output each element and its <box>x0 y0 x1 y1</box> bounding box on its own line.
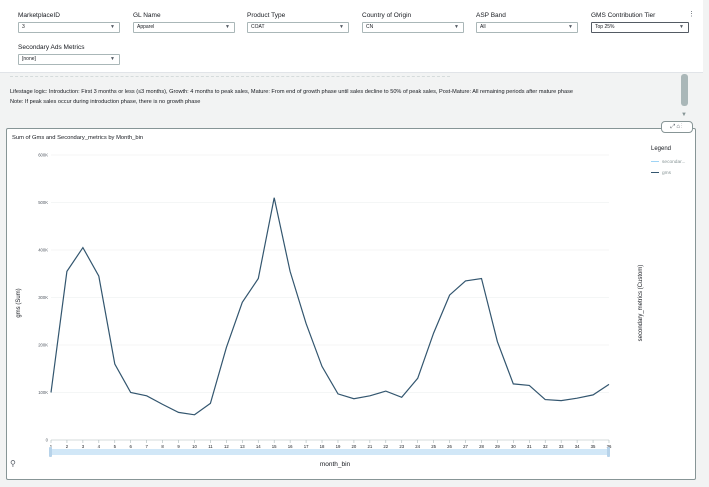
chevron-down-icon: ▼ <box>568 24 573 30</box>
select-value: Apparel <box>137 24 155 30</box>
filter-product-type: Product Type COAT ▼ <box>247 12 349 33</box>
country-select[interactable]: CN ▼ <box>362 22 464 33</box>
select-value: 3 <box>22 24 25 30</box>
filter-label: GMS Contribution Tier <box>591 12 656 19</box>
lifestage-note: Lifestage logic: Introduction: First 3 m… <box>10 87 573 107</box>
select-value: COAT <box>251 24 265 30</box>
filter-gms-tier: GMS Contribution Tier Top 25% ▼ <box>591 12 689 33</box>
slider-handle-left[interactable] <box>49 447 52 457</box>
chevron-down-icon: ▼ <box>110 24 115 30</box>
filter-label: Country of Origin <box>362 12 412 19</box>
legend-swatch <box>651 161 659 163</box>
more-vertical-icon[interactable]: ⋮ <box>681 124 684 130</box>
visual-controls[interactable]: ⤢⌂⋮ <box>661 121 693 133</box>
legend-item-secondary[interactable]: secondar... <box>651 160 685 165</box>
scroll-down-icon[interactable]: ▼ <box>681 112 687 118</box>
legend-item-gms[interactable]: gms <box>651 171 671 176</box>
divider <box>10 76 450 78</box>
filter-label: Secondary Ads Metrics <box>18 44 85 51</box>
asp-band-select[interactable]: All ▼ <box>476 22 578 33</box>
zoom-icon[interactable]: ⚲ <box>10 459 16 468</box>
filter-country-of-origin: Country of Origin CN ▼ <box>362 12 464 33</box>
secondary-ads-select[interactable]: [none] ▼ <box>18 54 120 65</box>
legend-title: Legend <box>651 146 672 152</box>
chart-title: Sum of Gms and Secondary_metrics by Mont… <box>12 135 144 141</box>
slider-handle-right[interactable] <box>607 447 610 457</box>
filter-secondary-ads: Secondary Ads Metrics [none] ▼ <box>18 44 120 65</box>
legend-swatch <box>651 172 659 174</box>
select-value: [none] <box>22 56 36 62</box>
x-range-slider[interactable] <box>50 449 609 455</box>
filter-label: Product Type <box>247 12 286 19</box>
gl-name-select[interactable]: Apparel ▼ <box>133 22 235 33</box>
marketplace-select[interactable]: 3 ▼ <box>18 22 120 33</box>
legend-label: secondar... <box>662 160 686 165</box>
product-type-select[interactable]: COAT ▼ <box>247 22 349 33</box>
scrollbar-thumb[interactable] <box>681 74 688 106</box>
chevron-down-icon: ▼ <box>339 24 344 30</box>
chevron-down-icon: ▼ <box>225 24 230 30</box>
filter-bar: MarketplaceID 3 ▼ GL Name Apparel ▼ Produc… <box>0 0 703 73</box>
chevron-down-icon: ▼ <box>454 24 459 30</box>
select-value: All <box>480 24 486 30</box>
filter-asp-band: ASP Band All ▼ <box>476 12 578 33</box>
filter-marketplace: MarketplaceID 3 ▼ <box>18 12 120 33</box>
filter-label: GL Name <box>133 12 161 19</box>
note-line-1: Lifestage logic: Introduction: First 3 m… <box>10 89 574 95</box>
legend-label: gms <box>662 171 672 176</box>
more-vertical-icon[interactable]: ⋮ <box>688 10 695 18</box>
chevron-down-icon: ▼ <box>110 56 115 62</box>
gms-tier-select[interactable]: Top 25% ▼ <box>591 22 689 33</box>
chart-visual: Sum of Gms and Secondary_metrics by Mont… <box>6 128 696 480</box>
filter-label: ASP Band <box>476 12 506 19</box>
select-value: CN <box>366 24 374 30</box>
filter-label: MarketplaceID <box>18 12 60 19</box>
note-line-2: Note: If peak sales occur during introdu… <box>10 99 201 105</box>
chevron-down-icon: ▼ <box>679 24 684 30</box>
select-value: Top 25% <box>595 24 615 30</box>
filter-gl-name: GL Name Apparel ▼ <box>133 12 235 33</box>
